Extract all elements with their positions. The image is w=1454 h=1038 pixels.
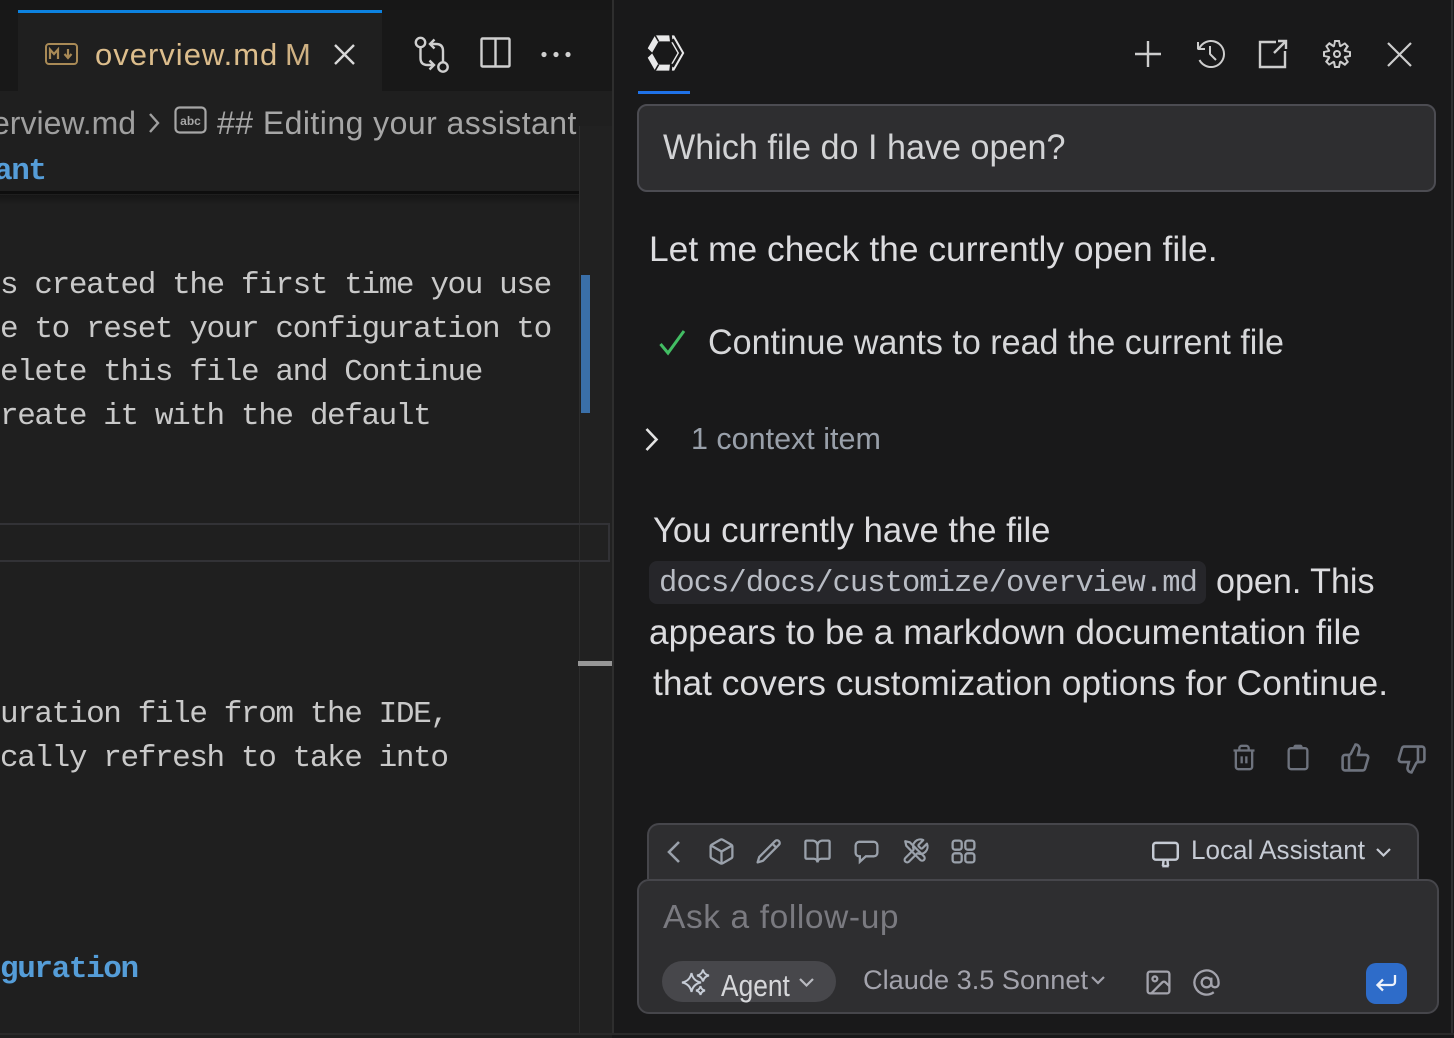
svg-text:abc: abc xyxy=(180,114,201,128)
